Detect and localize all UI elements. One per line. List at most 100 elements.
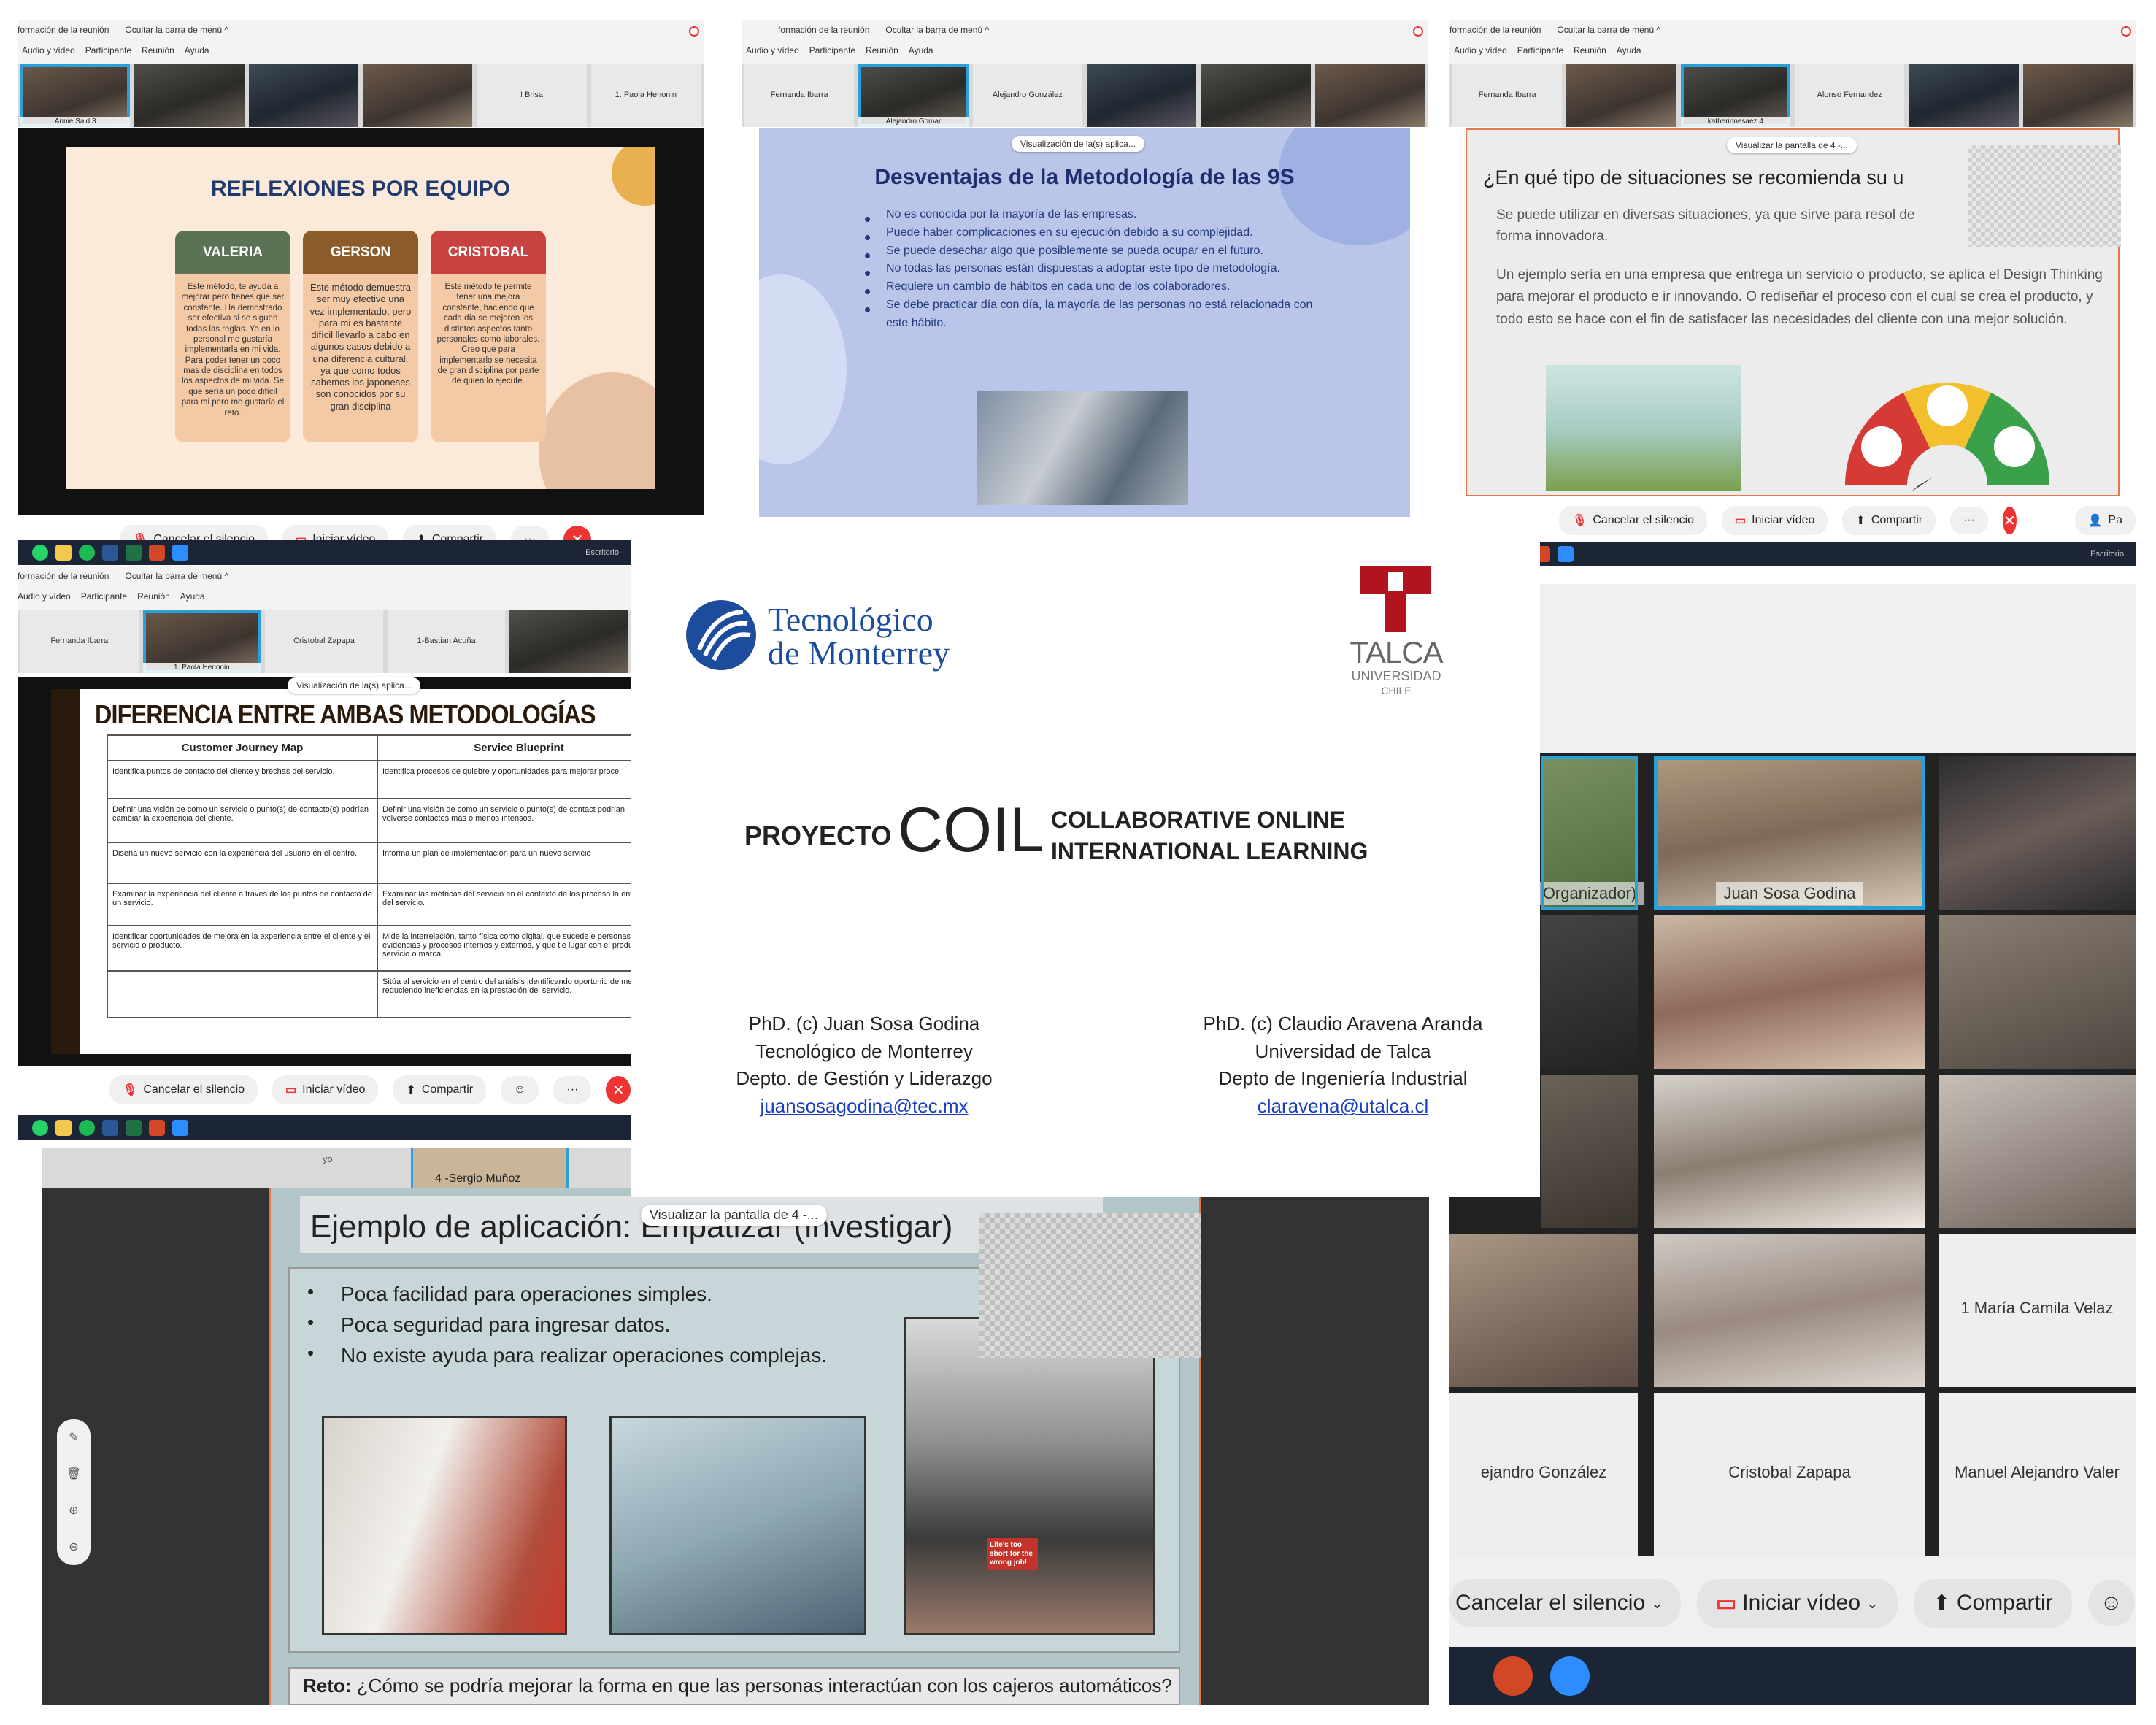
meeting-info-menu[interactable]: formación de la reunión [18,571,109,581]
meeting-info-menu[interactable]: formación de la reunión [18,25,109,35]
participant-tile[interactable]: 1 María Camila Velaz [1939,1234,2136,1387]
end-call-button[interactable]: ✕ [2003,507,2017,534]
app-visualization-pill[interactable]: Visualización de la(s) aplica... [288,677,420,694]
menu-help[interactable]: Ayuda [1617,45,1641,55]
participant-tile[interactable]: 1. Paola Henonin [142,610,261,673]
participant-tile[interactable]: Fernanda Ibarra [744,64,855,127]
meeting-info-menu[interactable]: formación de la reunión [778,25,869,35]
word-icon[interactable] [102,1120,118,1136]
desktop-label[interactable]: Escritorio [2090,550,2124,558]
participant-tile[interactable] [1939,1075,2136,1228]
unmute-button[interactable]: 🎙Cancelar el silencio [1559,506,1708,535]
start-video-button[interactable]: ▭Iniciar vídeo [1722,506,1828,535]
participant-tile[interactable] [1314,64,1425,127]
unmute-button[interactable]: 🎙Cancelar el silencio [109,1075,258,1104]
participant-tile[interactable] [1909,64,2019,127]
whatsapp-icon[interactable] [32,1120,48,1136]
participant-tile[interactable] [1566,64,1676,127]
folder-icon[interactable] [55,1120,72,1136]
participant-tile[interactable] [1939,756,2136,910]
zoom-icon[interactable] [172,545,188,561]
participant-tile[interactable] [1541,1075,1638,1228]
participant-tile[interactable] [1449,1234,1638,1387]
participant-tile[interactable]: Alejandro Gomar [858,64,969,127]
participant-tile[interactable] [1086,64,1197,127]
excel-icon[interactable] [126,1120,142,1136]
desktop-label[interactable]: Escritorio [585,548,619,557]
participant-tile[interactable]: Juan Sosa Godina [1654,756,1925,910]
menu-help[interactable]: Ayuda [180,591,205,602]
hide-menu-bar-button[interactable]: Ocultar la barra de menú ^ [885,25,989,35]
zoom-icon[interactable] [1550,1656,1590,1696]
folder-icon[interactable] [55,545,72,561]
participant-tile[interactable] [1654,1075,1925,1228]
end-call-button[interactable]: ✕ [606,1076,631,1104]
trash-icon[interactable]: 🗑 [66,1467,81,1481]
participant-tile[interactable] [134,64,245,127]
menu-meeting[interactable]: Reunión [866,45,898,55]
menu-audio-video[interactable]: Audio y vídeo [1454,45,1507,55]
whatsapp-icon[interactable] [32,545,48,561]
zoom-out-icon[interactable]: ⊖ [69,1540,78,1554]
view-screen-pill[interactable]: Visualizar la pantalla de 4 -... [641,1205,827,1226]
emoji-button[interactable]: ☺ [2087,1580,2135,1626]
participant-tile[interactable]: Fernanda Ibarra [1452,64,1563,127]
powerpoint-icon[interactable] [149,1120,165,1136]
meeting-info-menu[interactable]: formación de la reunión [1449,25,1541,35]
powerpoint-icon[interactable] [149,545,165,561]
menu-audio-video[interactable]: Audio y vídeo [18,591,71,602]
menu-participant[interactable]: Participante [1517,45,1563,55]
menu-participant[interactable]: Participante [81,591,127,602]
menu-participant[interactable]: Participante [809,45,855,55]
menu-meeting[interactable]: Reunión [142,45,174,55]
view-screen-pill[interactable]: Visualizar la pantalla de 4 -... [1727,137,1857,153]
participant-tile[interactable] [362,64,473,127]
share-button[interactable]: ⬆Compartir [1913,1578,2072,1628]
share-button[interactable]: ⬆Compartir [1842,506,1936,535]
zoom-icon[interactable] [1558,546,1574,562]
menu-audio-video[interactable]: Audio y vídeo [22,45,75,55]
spotify-icon[interactable] [79,545,95,561]
participant-tile[interactable]: Alejandro González [972,64,1082,127]
participant-tile[interactable]: ! Brisa [477,64,587,127]
participant-tile[interactable] [1654,915,1925,1069]
word-icon[interactable] [102,545,118,561]
email-link[interactable]: juansosagodina@tec.mx [704,1093,1025,1121]
participant-tile[interactable]: 1-Bastian Acuña [387,610,506,673]
menu-help[interactable]: Ayuda [909,45,933,55]
participant-tile[interactable]: Cristobal Zapapa [265,610,383,673]
email-link[interactable]: claravena@utalca.cl [1182,1093,1504,1121]
menu-meeting[interactable]: Reunión [1574,45,1606,55]
app-visualization-pill[interactable]: Visualización de la(s) aplica... [1012,136,1144,152]
participant-tile[interactable]: Manuel Alejandro Valer [1939,1393,2136,1556]
participant-tile[interactable] [1939,915,2136,1069]
participants-button[interactable]: 👤 Pa [2074,506,2136,535]
menu-help[interactable]: Ayuda [185,45,209,55]
participant-tile[interactable]: ejandro González [1449,1393,1638,1556]
participant-tile[interactable]: 4 -Sergio Muñoz [411,1148,569,1191]
unmute-button[interactable]: Cancelar el silencio ⌄ [1449,1579,1681,1627]
zoom-icon[interactable] [172,1120,188,1136]
participant-tile[interactable] [2022,64,2133,127]
participant-tile[interactable] [509,610,628,673]
zoom-in-icon[interactable]: ⊕ [69,1503,78,1518]
participant-tile[interactable] [1654,1234,1925,1387]
menu-audio-video[interactable]: Audio y vídeo [746,45,799,55]
participant-tile[interactable]: Alonso Fernandez [1794,64,1905,127]
participant-tile[interactable]: Annie Said 3 [20,64,131,127]
hide-menu-bar-button[interactable]: Ocultar la barra de menú ^ [125,25,228,35]
excel-icon[interactable] [126,545,142,561]
participant-tile[interactable]: 1. Paola Henonin [590,64,701,127]
participant-tile[interactable]: Cristobal Zapapa [1654,1393,1925,1556]
hide-menu-bar-button[interactable]: Ocultar la barra de menú ^ [1557,25,1660,35]
participant-tile[interactable]: Fernanda Ibarra [20,610,139,673]
menu-meeting[interactable]: Reunión [137,591,170,602]
participant-tile[interactable] [1201,64,1311,127]
more-button[interactable]: ··· [1950,507,1989,534]
start-video-button[interactable]: ▭ Iniciar vídeo ⌄ [1696,1578,1898,1628]
share-button[interactable]: ⬆Compartir [393,1075,487,1104]
menu-participant[interactable]: Participante [85,45,131,55]
powerpoint-icon[interactable] [1493,1656,1533,1696]
emoji-button[interactable]: ☺ [501,1076,539,1104]
participant-tile[interactable]: Organizador) [1535,756,1644,910]
